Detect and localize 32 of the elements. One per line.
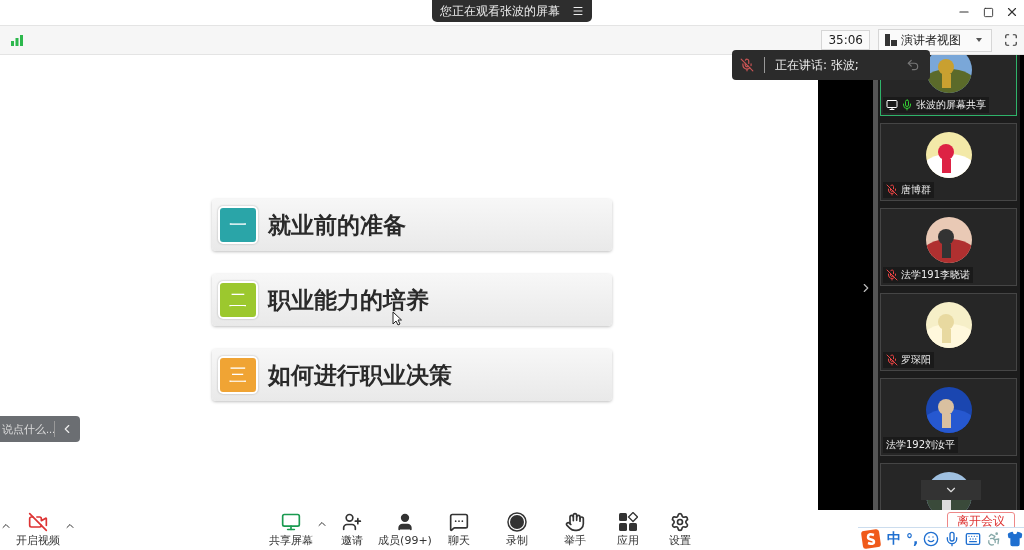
participant-tile[interactable]: 法学191李晓诺 xyxy=(880,208,1017,286)
meeting-timer: 35:06 xyxy=(821,30,870,50)
hand-button[interactable]: 举手 xyxy=(552,512,598,548)
participant-name: 法学192刘汝平 xyxy=(886,438,956,452)
view-mode-dropdown[interactable]: 演讲者视图 xyxy=(878,28,992,52)
video-button[interactable]: 开启视频 xyxy=(12,512,64,548)
slide-item-title: 就业前的准备 xyxy=(268,209,406,240)
participant-tile[interactable]: 罗琛阳 xyxy=(880,293,1017,371)
input-mode[interactable]: 中 xyxy=(887,530,901,548)
members-button[interactable]: 成员(99+) xyxy=(374,512,436,548)
invite-button[interactable]: 邀请 xyxy=(330,512,374,548)
apps-button[interactable]: 应用 xyxy=(598,512,658,548)
participant-name: 唐博群 xyxy=(901,183,931,197)
chat-field[interactable]: 说点什么... xyxy=(0,423,54,435)
record-button[interactable]: 录制 xyxy=(482,512,552,548)
chat-button[interactable]: 聊天 xyxy=(436,512,482,548)
slide-item-title: 职业能力的培养 xyxy=(268,284,429,315)
punctuation-mode[interactable]: °, xyxy=(906,531,919,547)
number-tile: 一 xyxy=(218,206,258,244)
number-tile: 二 xyxy=(218,281,258,319)
share-button[interactable]: 共享屏幕 xyxy=(268,512,314,548)
slide-item-title: 如何进行职业决策 xyxy=(268,359,452,390)
viewing-banner[interactable]: 您正在观看张波的屏幕 xyxy=(432,0,592,22)
participant-name: 法学191李晓诺 xyxy=(901,268,971,282)
participant-name: 罗琛阳 xyxy=(901,353,931,367)
speaking-text: 正在讲话: 张波; xyxy=(775,56,859,74)
chat-bar[interactable]: 说点什么... xyxy=(0,416,80,442)
participant-tile[interactable]: 法学192刘汝平 xyxy=(880,378,1017,456)
participant-name: 张波的屏幕共享 xyxy=(916,98,986,112)
settings-button[interactable]: 设置 xyxy=(658,512,702,548)
number-tile: 三 xyxy=(218,356,258,394)
participant-tile[interactable]: 唐博群 xyxy=(880,123,1017,201)
